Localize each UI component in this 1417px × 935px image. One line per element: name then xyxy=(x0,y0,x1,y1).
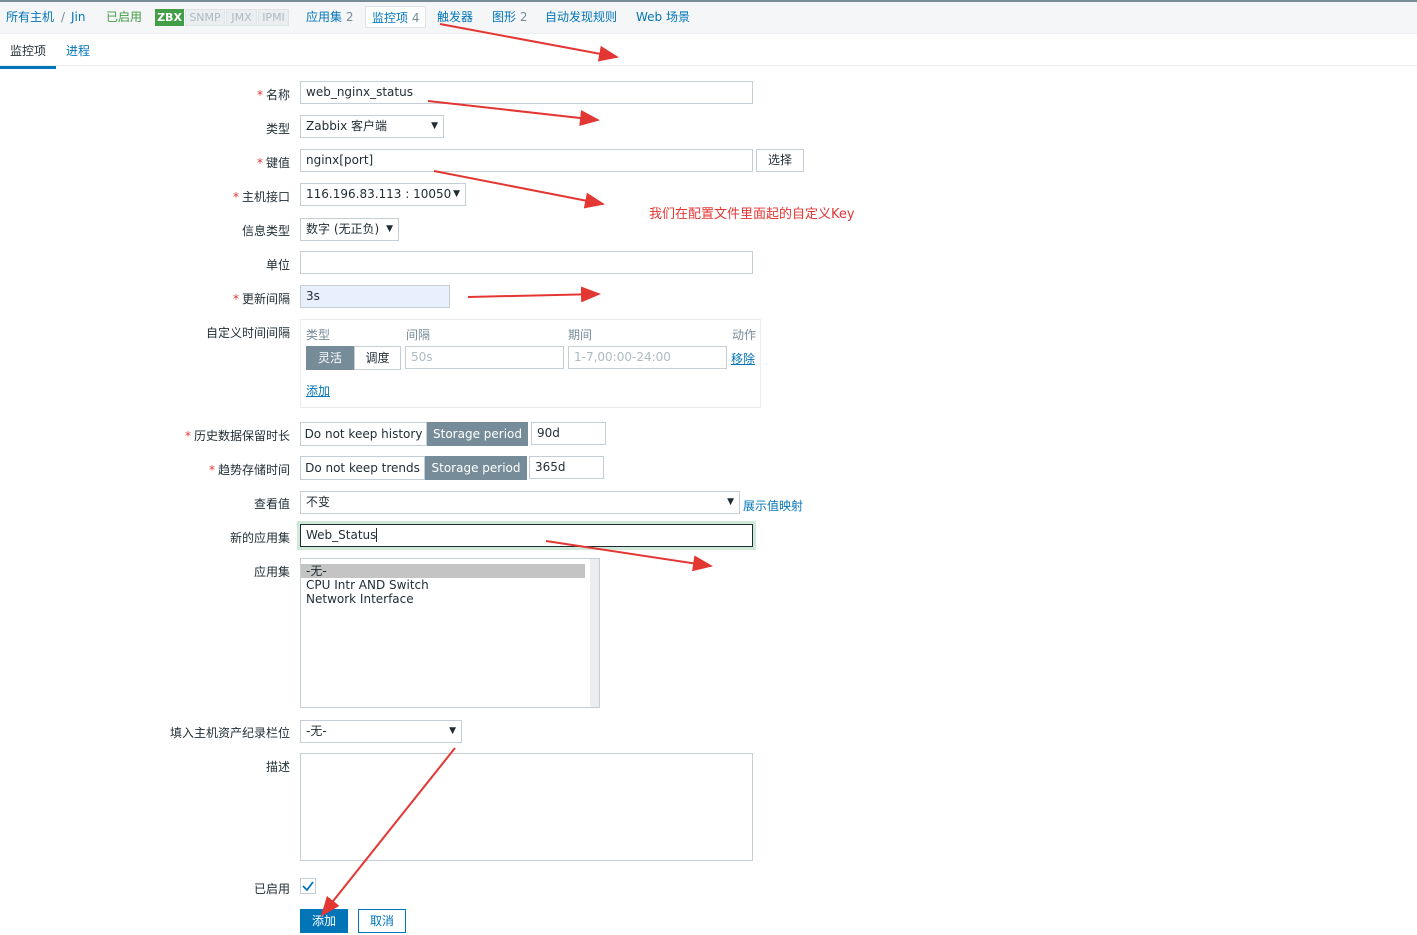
history-storage-toggle[interactable]: Storage period xyxy=(427,422,528,446)
chevron-down-icon: ▼ xyxy=(449,726,456,736)
col-type-header: 类型 xyxy=(306,328,331,342)
nav-graphs-count: 2 xyxy=(519,10,528,24)
listbox-scrollbar[interactable] xyxy=(590,559,599,707)
chevron-down-icon: ▼ xyxy=(386,224,393,234)
interface-label: 主机接口 xyxy=(233,188,290,205)
applications-listbox[interactable]: -无- CPU Intr AND Switch Network Interfac… xyxy=(300,558,600,708)
annotation-text: 我们在配置文件里面起的自定义Key xyxy=(649,207,855,222)
valuemap-select[interactable]: 不变 ▼ xyxy=(300,491,740,514)
trends-period-input[interactable]: 365d xyxy=(529,456,604,479)
new-application-value: Web_Status xyxy=(306,528,377,542)
units-input[interactable] xyxy=(300,251,753,274)
col-period-header: 期间 xyxy=(568,328,593,342)
tab-process[interactable]: 进程 xyxy=(66,42,90,59)
breadcrumb-separator: / xyxy=(61,10,66,24)
checkmark-icon xyxy=(302,881,314,892)
interface-select-value: 116.196.83.113 : 10050 xyxy=(306,187,452,201)
type-select[interactable]: Zabbix 客户端 ▼ xyxy=(300,115,444,138)
trends-storage-toggle[interactable]: Storage period xyxy=(425,456,527,480)
key-input[interactable]: nginx[port] xyxy=(300,149,753,172)
chevron-down-icon: ▼ xyxy=(453,189,460,199)
history-label: 历史数据保留时长 xyxy=(185,427,290,444)
nav-discovery-rules[interactable]: 自动发现规则 xyxy=(545,9,617,25)
nav-items-label: 监控项 xyxy=(372,11,409,25)
interval-input[interactable]: 3s xyxy=(300,285,450,308)
col-action-header: 动作 xyxy=(732,328,757,342)
chevron-down-icon: ▼ xyxy=(431,121,438,131)
nav-items-current[interactable]: 监控项 4 xyxy=(365,6,427,28)
applications-label: 应用集 xyxy=(253,565,290,579)
form-tabs: 监控项 进程 xyxy=(0,36,1417,69)
flexible-toggle[interactable]: 灵活 xyxy=(306,346,354,370)
add-interval-link[interactable]: 添加 xyxy=(306,382,330,399)
custom-intervals-table: 类型 间隔 期间 动作 灵活 调度 50s 1-7,00:00-24:00 移除… xyxy=(300,319,761,408)
trends-label: 趋势存储时间 xyxy=(209,461,290,478)
key-label: 键值 xyxy=(257,154,290,171)
interface-select[interactable]: 116.196.83.113 : 10050 ▼ xyxy=(300,183,466,206)
enabled-label: 已启用 xyxy=(253,882,290,896)
add-button[interactable]: 添加 xyxy=(300,909,348,933)
key-select-button[interactable]: 选择 xyxy=(756,149,804,172)
scheduling-toggle[interactable]: 调度 xyxy=(354,346,401,370)
breadcrumb-host[interactable]: Jin xyxy=(71,9,85,25)
nav-graphs[interactable]: 图形 2 xyxy=(492,9,527,25)
application-option[interactable]: CPU Intr AND Switch xyxy=(301,578,599,592)
application-option[interactable]: Network Interface xyxy=(301,592,599,606)
type-label: 类型 xyxy=(265,122,290,136)
nav-graphs-label: 图形 xyxy=(492,10,517,24)
show-value-mappings-link[interactable]: 展示值映射 xyxy=(743,497,803,514)
breadcrumb-all-hosts[interactable]: 所有主机 xyxy=(6,9,54,25)
valuemap-label: 查看值 xyxy=(253,497,290,511)
nav-web-scenarios[interactable]: Web 场景 xyxy=(636,9,690,25)
nav-applications-count: 2 xyxy=(345,10,354,24)
name-label: 名称 xyxy=(257,86,290,103)
custom-interval-input[interactable]: 50s xyxy=(405,346,564,369)
interval-label: 更新间隔 xyxy=(233,290,290,307)
new-application-label: 新的应用集 xyxy=(229,531,290,545)
inventory-select-value: -无- xyxy=(306,724,327,738)
ipmi-availability-badge: IPMI xyxy=(258,9,289,26)
history-period-input[interactable]: 90d xyxy=(531,422,606,445)
units-label: 单位 xyxy=(265,258,290,272)
inventory-select[interactable]: -无- ▼ xyxy=(300,720,462,743)
description-label: 描述 xyxy=(265,760,290,774)
valuemap-select-value: 不变 xyxy=(306,495,331,509)
tab-item[interactable]: 监控项 xyxy=(0,42,57,69)
text-cursor: ​ xyxy=(376,528,378,542)
host-status-enabled[interactable]: 已启用 xyxy=(106,9,142,25)
custom-intervals-label: 自定义时间间隔 xyxy=(205,326,290,340)
enabled-checkbox[interactable] xyxy=(300,878,316,894)
info-type-label: 信息类型 xyxy=(241,224,290,238)
col-interval-header: 间隔 xyxy=(406,328,431,342)
type-select-value: Zabbix 客户端 xyxy=(306,119,388,133)
inventory-label: 填入主机资产纪录栏位 xyxy=(169,726,290,740)
history-no-keep-toggle[interactable]: Do not keep history xyxy=(300,422,427,446)
chevron-down-icon: ▼ xyxy=(727,497,734,507)
arrow-to-interval xyxy=(467,286,601,303)
info-type-select-value: 数字 (无正负) xyxy=(306,222,380,236)
zbx-availability-badge: ZBX xyxy=(155,9,184,26)
application-option[interactable]: -无- xyxy=(301,564,585,578)
nav-items-count: 4 xyxy=(411,11,420,25)
description-textarea[interactable] xyxy=(300,753,753,861)
trends-no-keep-toggle[interactable]: Do not keep trends xyxy=(300,456,425,480)
nav-triggers[interactable]: 触发器 xyxy=(437,9,473,25)
info-type-select[interactable]: 数字 (无正负) ▼ xyxy=(300,218,399,241)
snmp-availability-badge: SNMP xyxy=(185,9,225,26)
nav-applications-label: 应用集 xyxy=(306,10,343,24)
new-application-input[interactable]: Web_Status​ xyxy=(300,524,753,547)
jmx-availability-badge: JMX xyxy=(226,9,257,26)
name-input[interactable]: web_nginx_status xyxy=(300,81,753,104)
cancel-button[interactable]: 取消 xyxy=(358,909,406,933)
remove-interval-link[interactable]: 移除 xyxy=(731,350,755,367)
custom-period-input[interactable]: 1-7,00:00-24:00 xyxy=(568,346,727,369)
nav-applications[interactable]: 应用集 2 xyxy=(306,9,353,25)
host-navigation-bar: 所有主机 / Jin 已启用 ZBX SNMP JMX IPMI 应用集 2 监… xyxy=(0,0,1417,34)
